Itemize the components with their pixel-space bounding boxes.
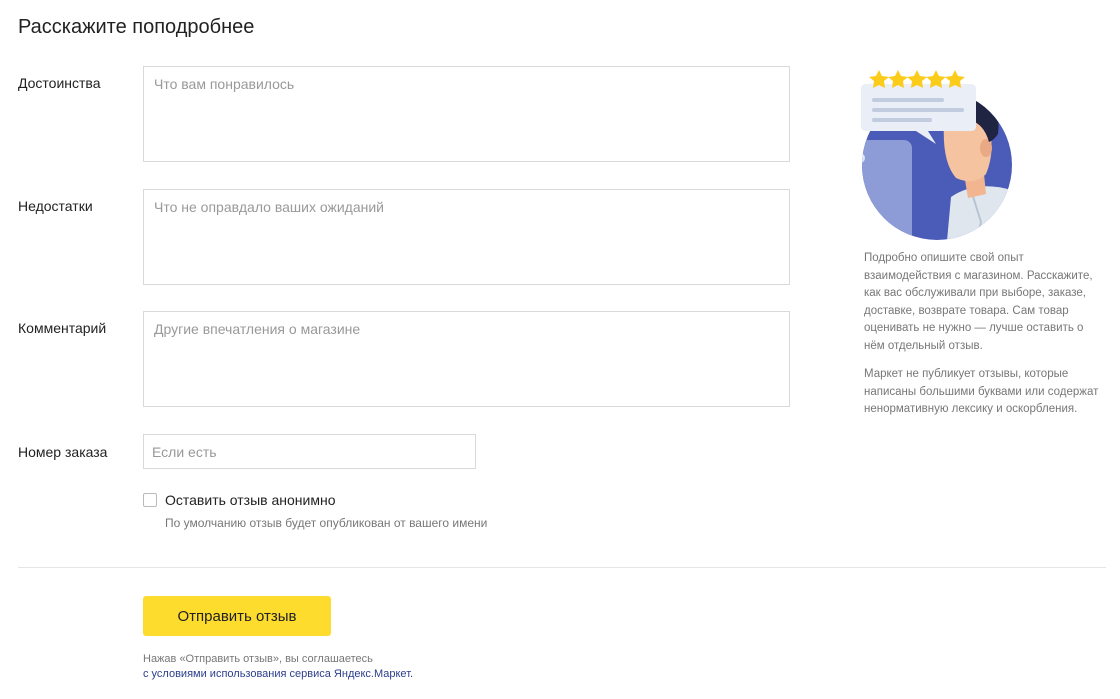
- anonymous-hint: По умолчанию отзыв будет опубликован от …: [165, 516, 488, 530]
- order-number-label: Номер заказа: [18, 444, 108, 460]
- divider: [18, 567, 1106, 568]
- pros-label: Достоинства: [18, 75, 101, 91]
- cons-textarea[interactable]: [143, 189, 790, 285]
- terms-prefix: Нажав «Отправить отзыв», вы соглашаетесь: [143, 653, 373, 665]
- submit-review-button[interactable]: Отправить отзыв: [143, 596, 331, 636]
- order-number-input[interactable]: [143, 434, 476, 469]
- form-title: Расскажите поподробнее: [18, 16, 255, 38]
- comment-label: Комментарий: [18, 320, 107, 336]
- anonymous-checkbox[interactable]: [143, 493, 157, 507]
- monitor-shape: [862, 140, 912, 240]
- sidebar-paragraph-2: Маркет не публикует отзывы, которые напи…: [864, 368, 1099, 415]
- comment-textarea[interactable]: [143, 311, 790, 407]
- pros-textarea[interactable]: [143, 66, 790, 162]
- anonymous-label: Оставить отзыв анонимно: [165, 492, 336, 508]
- cons-label: Недостатки: [18, 198, 93, 214]
- sidebar-paragraph-1: Подробно опишите свой опыт взаимодействи…: [864, 252, 1093, 352]
- terms-note: Нажав «Отправить отзыв», вы соглашаетесь…: [143, 652, 413, 682]
- anonymous-option[interactable]: Оставить отзыв анонимно: [143, 492, 335, 508]
- terms-link[interactable]: с условиями использования сервиса Яндекс…: [143, 668, 413, 680]
- reviewer-illustration: [861, 70, 1012, 240]
